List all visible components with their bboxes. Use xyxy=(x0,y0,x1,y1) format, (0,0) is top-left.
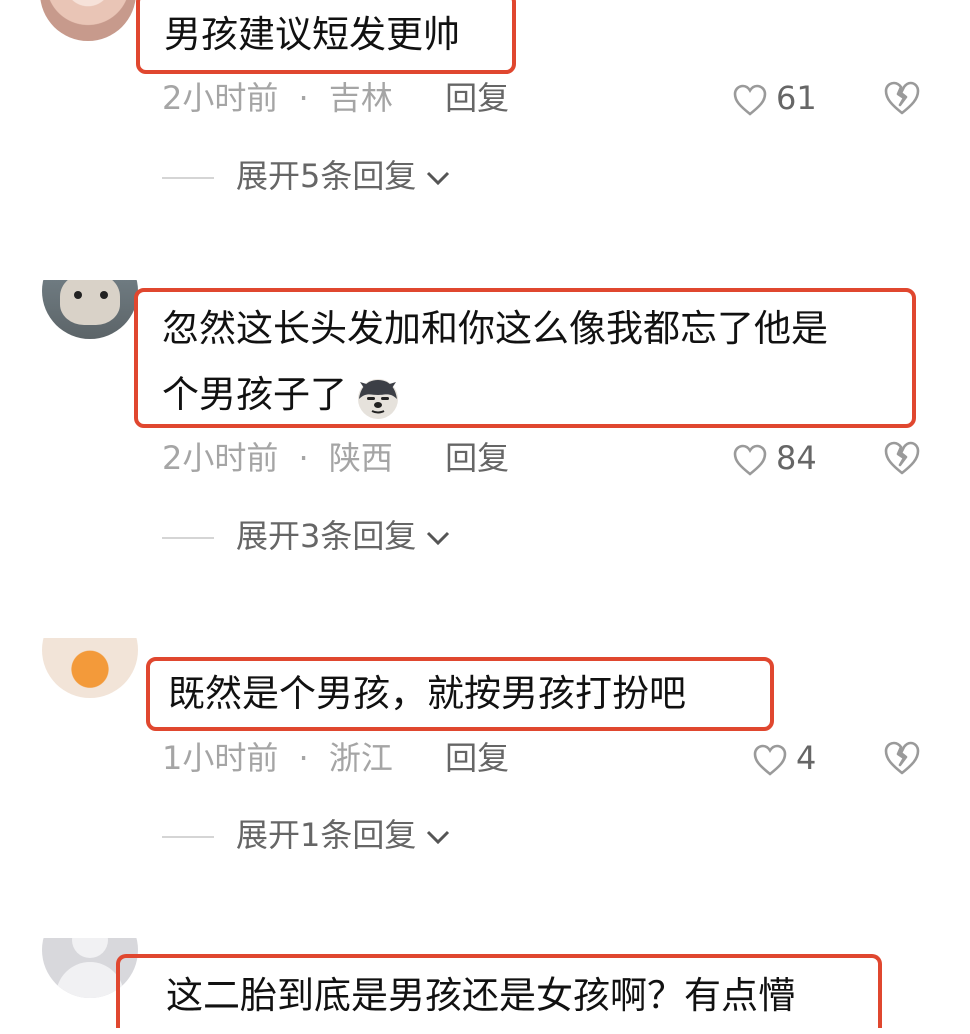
comment-text-box: 男孩建议短发更帅 xyxy=(136,0,516,74)
expand-label: 展开3条回复 xyxy=(236,517,417,555)
expand-label: 展开5条回复 xyxy=(236,157,417,195)
expand-replies-button[interactable]: 展开5条回复 xyxy=(162,154,452,198)
comment-meta: 2小时前 · 吉林 回复 xyxy=(162,76,509,120)
expand-replies-button[interactable]: 展开3条回复 xyxy=(162,514,452,558)
comment-location: 陕西 xyxy=(328,439,393,477)
comment-time: 2小时前 xyxy=(162,439,279,477)
like-count: 61 xyxy=(776,79,817,117)
heart-icon xyxy=(733,84,767,116)
comment-time: 1小时前 xyxy=(162,739,279,777)
reply-button[interactable]: 回复 xyxy=(445,739,509,777)
comment-text: 这二胎到底是男孩还是女孩啊？有点懵 xyxy=(166,974,795,1017)
broken-heart-icon[interactable] xyxy=(882,738,922,778)
comment-text: 既然是个男孩，就按男孩打扮吧 xyxy=(168,672,686,715)
comment-text-line: 忽然这长头发加和你这么像我都忘了他是 xyxy=(162,307,828,350)
comment-location: 吉林 xyxy=(328,79,393,117)
meta-separator: · xyxy=(298,79,309,117)
like-button[interactable]: 61 xyxy=(732,76,817,120)
like-count: 84 xyxy=(776,439,817,477)
reply-button[interactable]: 回复 xyxy=(445,79,509,117)
like-count: 4 xyxy=(796,739,817,777)
broken-heart-icon[interactable] xyxy=(882,438,922,478)
expand-label: 展开1条回复 xyxy=(236,816,417,854)
comment-text-box: 既然是个男孩，就按男孩打扮吧 xyxy=(146,657,774,731)
comment-time: 2小时前 xyxy=(162,79,279,117)
chevron-down-icon xyxy=(427,531,450,546)
meta-separator: · xyxy=(298,439,309,477)
reply-button[interactable]: 回复 xyxy=(445,439,509,477)
divider-line xyxy=(162,177,214,179)
chevron-down-icon xyxy=(427,830,450,845)
comment-text: 男孩建议短发更帅 xyxy=(164,13,460,56)
otter-avatar-image xyxy=(60,273,120,325)
expand-replies-button[interactable]: 展开1条回复 xyxy=(162,813,452,857)
heart-icon xyxy=(733,444,767,476)
heart-icon xyxy=(753,744,787,776)
divider-line xyxy=(162,836,214,838)
chevron-down-icon xyxy=(427,171,450,186)
dog-emoji-icon xyxy=(358,378,398,419)
comment-meta: 2小时前 · 陕西 回复 xyxy=(162,436,509,480)
comment-text-box: 忽然这长头发加和你这么像我都忘了他是 个男孩子了 xyxy=(134,288,916,428)
default-avatar-body xyxy=(56,962,124,998)
avatar[interactable] xyxy=(40,0,136,41)
broken-heart-icon[interactable] xyxy=(882,78,922,118)
comment-text-line: 个男孩子了 xyxy=(162,373,347,416)
like-button[interactable]: 84 xyxy=(732,436,817,480)
comment-text-box: 这二胎到底是男孩还是女孩啊？有点懵 xyxy=(116,954,882,1028)
meta-separator: · xyxy=(298,739,309,777)
comment-meta: 1小时前 · 浙江 回复 xyxy=(162,736,509,780)
like-button[interactable]: 4 xyxy=(752,736,816,780)
divider-line xyxy=(162,537,214,539)
comment-location: 浙江 xyxy=(328,739,393,777)
